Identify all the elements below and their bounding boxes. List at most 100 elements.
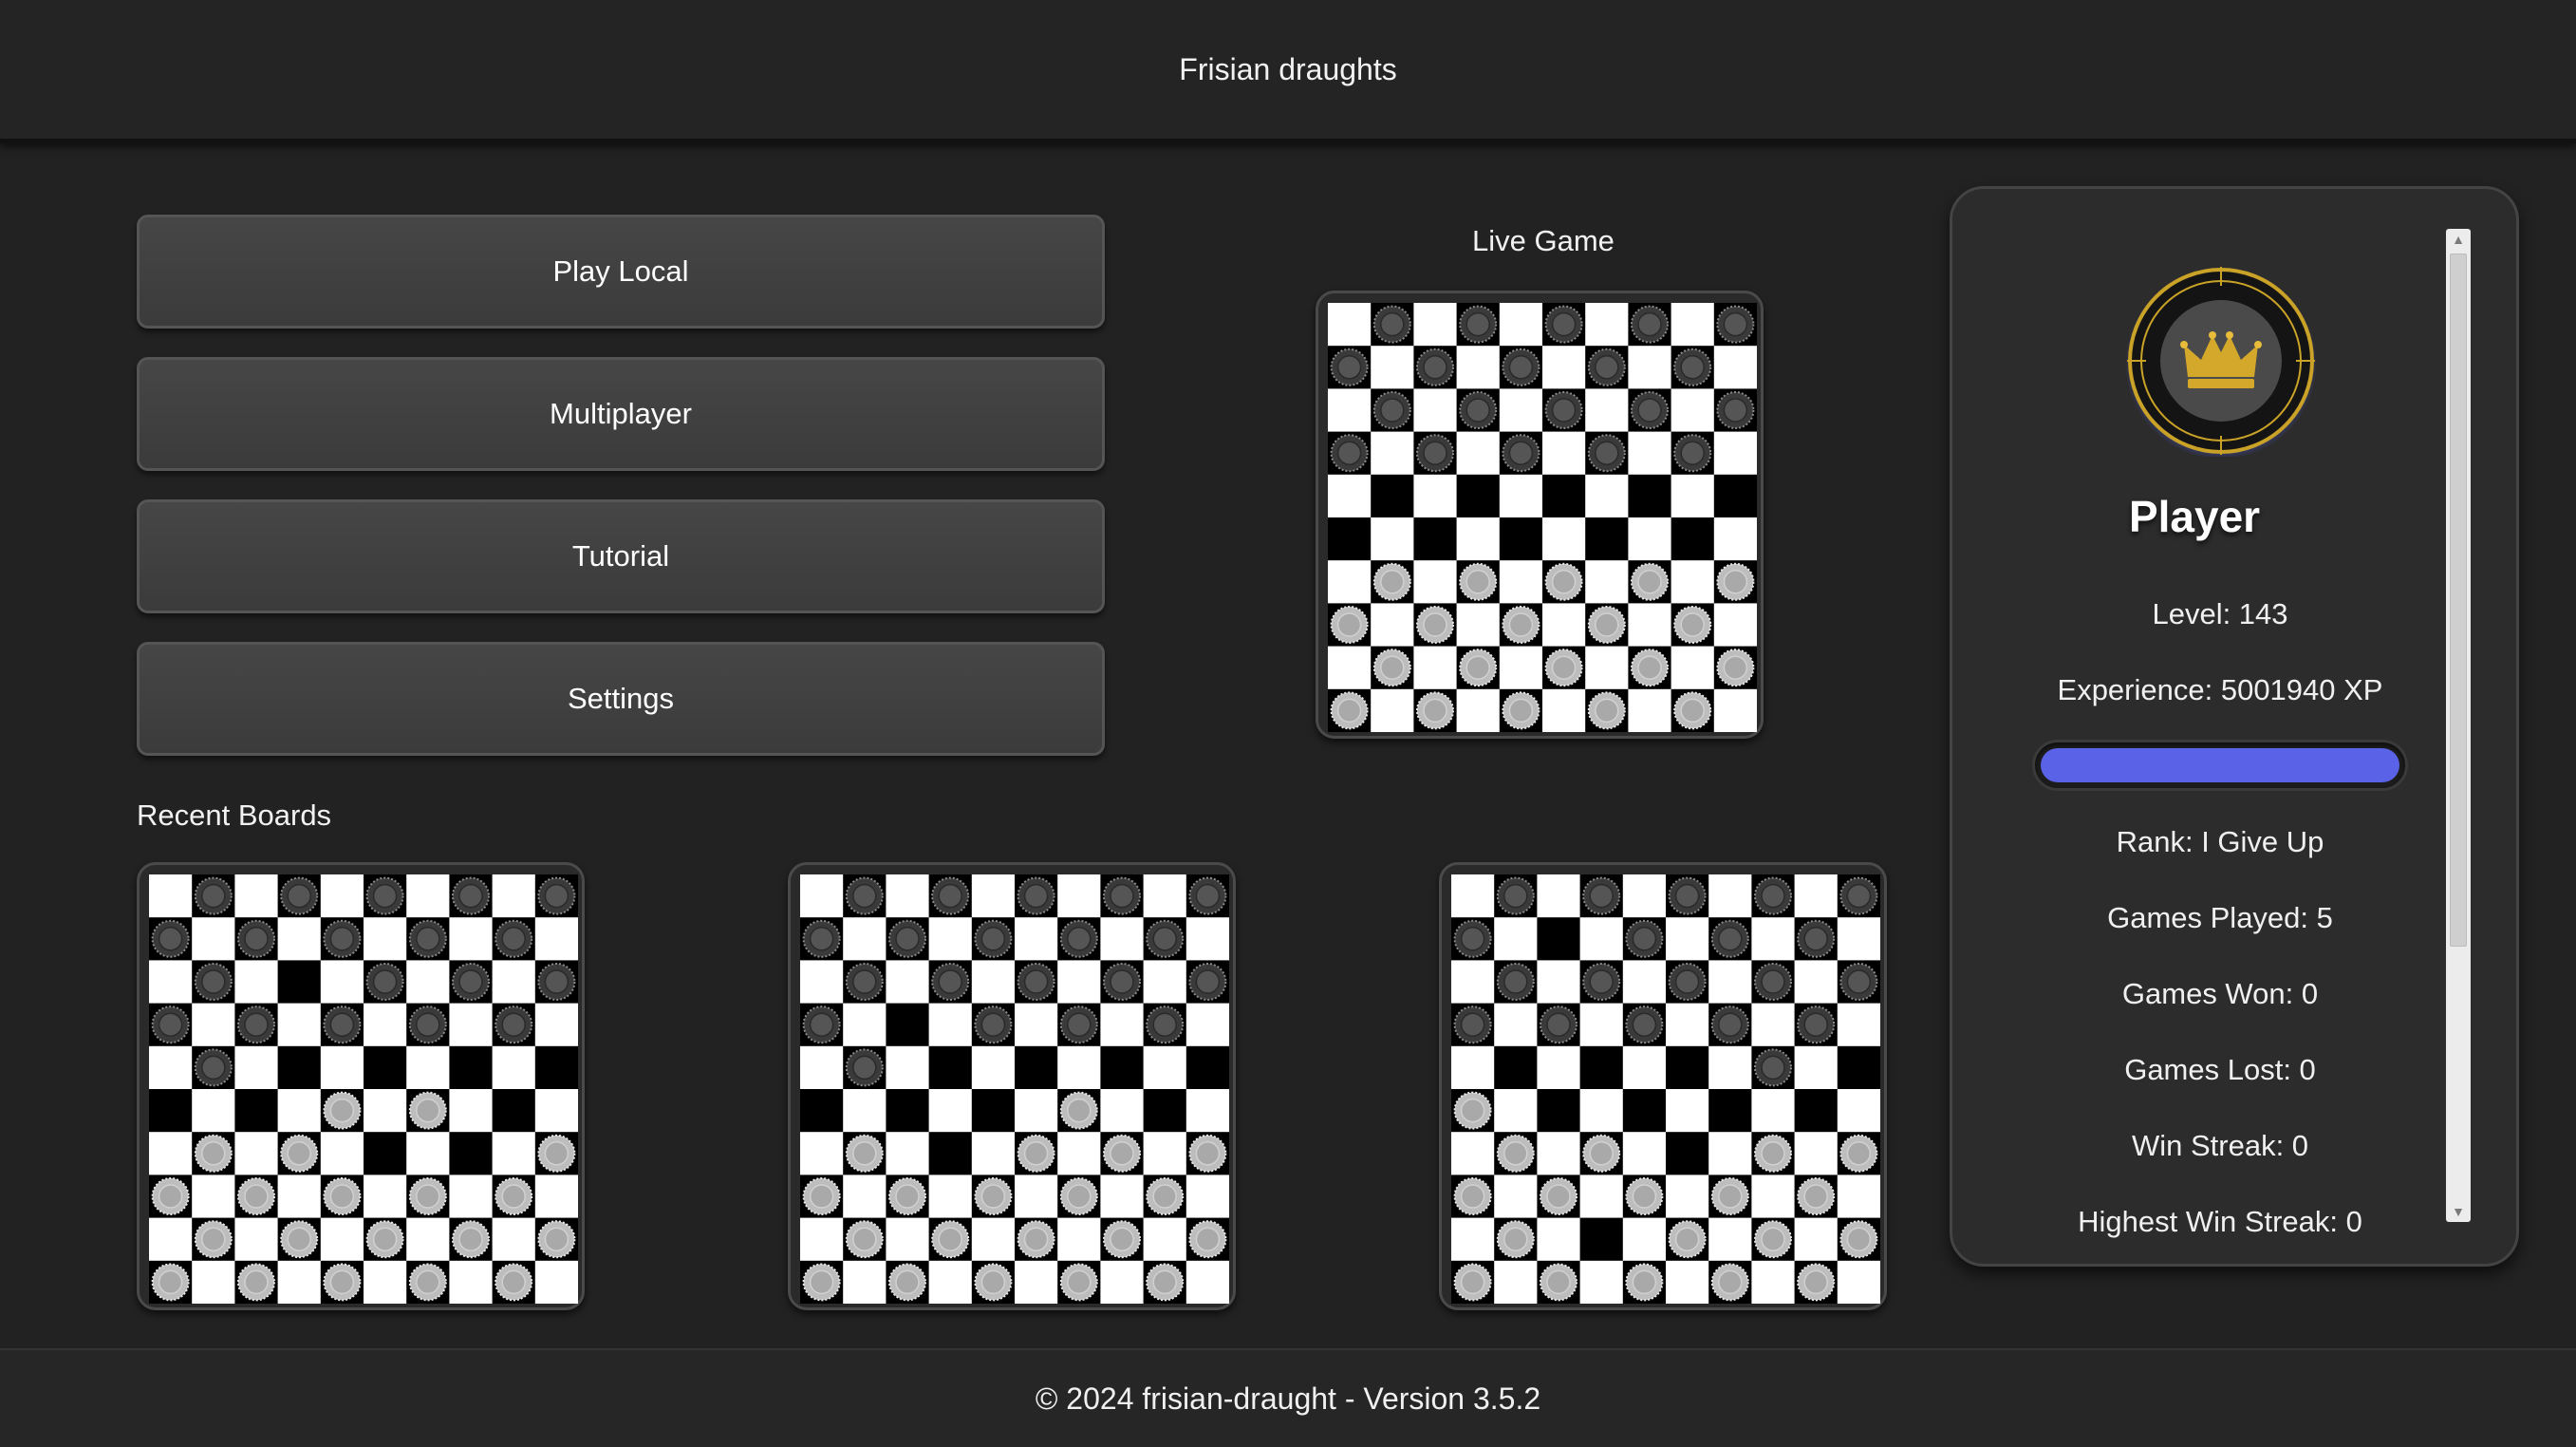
black-piece[interactable] bbox=[537, 963, 576, 1001]
white-piece[interactable] bbox=[537, 1134, 576, 1173]
board-square[interactable] bbox=[364, 917, 407, 961]
board-square[interactable] bbox=[1666, 1260, 1709, 1304]
board-square[interactable] bbox=[1708, 960, 1752, 1005]
white-piece[interactable] bbox=[1668, 1220, 1707, 1259]
board-square[interactable] bbox=[1371, 474, 1414, 518]
black-piece[interactable] bbox=[151, 1005, 190, 1044]
black-piece[interactable] bbox=[151, 919, 190, 958]
board-square[interactable] bbox=[149, 1217, 193, 1262]
white-piece[interactable] bbox=[323, 1091, 362, 1130]
board-square[interactable] bbox=[1015, 1089, 1058, 1133]
white-piece[interactable] bbox=[237, 1177, 275, 1215]
board-square[interactable] bbox=[1537, 1132, 1581, 1175]
black-piece[interactable] bbox=[1668, 876, 1707, 915]
white-piece[interactable] bbox=[1453, 1091, 1492, 1130]
board-square[interactable] bbox=[1622, 1217, 1667, 1262]
board-square[interactable] bbox=[320, 1132, 364, 1175]
board-square[interactable] bbox=[1585, 303, 1629, 347]
board-square[interactable] bbox=[1456, 474, 1501, 518]
board-square[interactable] bbox=[1537, 874, 1581, 918]
white-piece[interactable] bbox=[1540, 1177, 1577, 1215]
board-square[interactable] bbox=[1451, 1217, 1495, 1262]
white-piece[interactable] bbox=[1631, 648, 1669, 687]
board-square[interactable] bbox=[1413, 646, 1458, 690]
board-square[interactable] bbox=[1456, 346, 1501, 389]
white-piece[interactable] bbox=[1059, 1091, 1098, 1130]
black-piece[interactable] bbox=[1496, 963, 1535, 1001]
white-piece[interactable] bbox=[1710, 1177, 1749, 1215]
white-piece[interactable] bbox=[1839, 1134, 1878, 1173]
black-piece[interactable] bbox=[408, 919, 447, 958]
board-square[interactable] bbox=[149, 1045, 193, 1090]
black-piece[interactable] bbox=[1330, 434, 1369, 473]
board-square[interactable] bbox=[277, 1045, 322, 1090]
white-piece[interactable] bbox=[802, 1177, 841, 1215]
board-square[interactable] bbox=[1751, 1003, 1796, 1047]
white-piece[interactable] bbox=[1502, 606, 1540, 644]
black-piece[interactable] bbox=[1502, 348, 1540, 386]
board-square[interactable] bbox=[1413, 517, 1458, 561]
board-square[interactable] bbox=[1666, 1132, 1709, 1175]
board-square[interactable] bbox=[1451, 1045, 1495, 1090]
white-piece[interactable] bbox=[974, 1177, 1013, 1215]
board-square[interactable] bbox=[800, 1217, 844, 1262]
board-square[interactable] bbox=[149, 1132, 193, 1175]
board-square[interactable] bbox=[886, 874, 930, 918]
board-square[interactable] bbox=[1708, 1089, 1752, 1133]
board-square[interactable] bbox=[1794, 1045, 1839, 1090]
black-piece[interactable] bbox=[1673, 348, 1712, 386]
white-piece[interactable] bbox=[495, 1263, 533, 1302]
board-square[interactable] bbox=[192, 1003, 235, 1047]
board-square[interactable] bbox=[1622, 1089, 1667, 1133]
board-square[interactable] bbox=[1328, 560, 1372, 604]
black-piece[interactable] bbox=[1797, 1005, 1836, 1044]
white-piece[interactable] bbox=[845, 1220, 884, 1259]
white-piece[interactable] bbox=[1716, 562, 1755, 601]
white-piece[interactable] bbox=[1496, 1134, 1535, 1173]
white-piece[interactable] bbox=[845, 1134, 884, 1173]
recent-board-3-svg[interactable] bbox=[1451, 874, 1880, 1304]
board-square[interactable] bbox=[492, 960, 536, 1005]
board-square[interactable] bbox=[1537, 1045, 1581, 1090]
black-piece[interactable] bbox=[802, 1005, 841, 1044]
black-piece[interactable] bbox=[1103, 876, 1141, 915]
board-square[interactable] bbox=[1057, 1132, 1101, 1175]
black-piece[interactable] bbox=[1188, 876, 1227, 915]
board-square[interactable] bbox=[1794, 1217, 1839, 1262]
board-square[interactable] bbox=[234, 960, 279, 1005]
board-square[interactable] bbox=[843, 1175, 887, 1219]
black-piece[interactable] bbox=[1416, 348, 1454, 386]
white-piece[interactable] bbox=[365, 1220, 404, 1259]
black-piece[interactable] bbox=[888, 919, 926, 958]
white-piece[interactable] bbox=[495, 1177, 533, 1215]
board-square[interactable] bbox=[1371, 603, 1414, 648]
board-square[interactable] bbox=[1585, 474, 1629, 518]
board-square[interactable] bbox=[1666, 1089, 1709, 1133]
black-piece[interactable] bbox=[1710, 919, 1749, 958]
board-square[interactable] bbox=[843, 1089, 887, 1133]
board-square[interactable] bbox=[886, 1217, 930, 1262]
black-piece[interactable] bbox=[1017, 876, 1055, 915]
board-square[interactable] bbox=[800, 1089, 844, 1133]
board-square[interactable] bbox=[1143, 1217, 1187, 1262]
black-piece[interactable] bbox=[1059, 1005, 1098, 1044]
board-square[interactable] bbox=[449, 1175, 494, 1219]
black-piece[interactable] bbox=[1146, 919, 1185, 958]
board-square[interactable] bbox=[1579, 1003, 1624, 1047]
black-piece[interactable] bbox=[1544, 305, 1583, 344]
board-square[interactable] bbox=[449, 1003, 494, 1047]
black-piece[interactable] bbox=[802, 919, 841, 958]
white-piece[interactable] bbox=[1372, 562, 1411, 601]
black-piece[interactable] bbox=[1459, 305, 1498, 344]
black-piece[interactable] bbox=[1582, 876, 1621, 915]
board-square[interactable] bbox=[800, 960, 844, 1005]
board-square[interactable] bbox=[1837, 1045, 1880, 1090]
black-piece[interactable] bbox=[1668, 963, 1707, 1001]
board-square[interactable] bbox=[1015, 1045, 1058, 1090]
board-square[interactable] bbox=[1794, 1089, 1839, 1133]
board-square[interactable] bbox=[1100, 1089, 1145, 1133]
board-square[interactable] bbox=[1671, 388, 1715, 433]
board-square[interactable] bbox=[843, 1260, 887, 1304]
board-square[interactable] bbox=[971, 1089, 1016, 1133]
board-square[interactable] bbox=[800, 1045, 844, 1090]
